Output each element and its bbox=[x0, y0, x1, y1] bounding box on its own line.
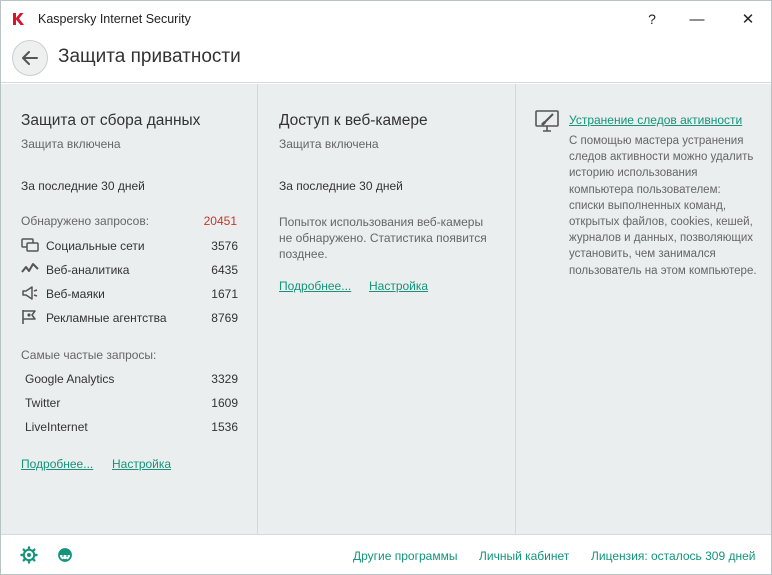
protection-status: Защита включена bbox=[21, 137, 121, 151]
webcam-message: Попыток использования веб-камеры не обна… bbox=[279, 215, 487, 261]
activity-cleanup-link[interactable]: Устранение следов активности bbox=[569, 113, 742, 127]
my-account-link[interactable]: Личный кабинет bbox=[479, 549, 569, 563]
request-count: 3329 bbox=[211, 372, 238, 386]
request-count: 1609 bbox=[211, 396, 238, 410]
web-analytics-icon bbox=[21, 263, 39, 273]
category-value: 3576 bbox=[211, 239, 238, 253]
support-agent-icon[interactable] bbox=[56, 546, 74, 564]
web-beacons-icon bbox=[22, 286, 38, 300]
period-label: За последние 30 дней bbox=[21, 179, 145, 193]
request-name: Twitter bbox=[25, 396, 61, 410]
request-name: Google Analytics bbox=[25, 372, 115, 386]
category-label: Веб-аналитика bbox=[46, 263, 130, 277]
category-value: 6435 bbox=[211, 263, 238, 277]
category-row: Рекламные агентства 8769 bbox=[21, 309, 238, 329]
kaspersky-logo-icon bbox=[13, 13, 24, 25]
category-value: 1671 bbox=[211, 287, 238, 301]
category-label: Рекламные агентства bbox=[46, 311, 167, 325]
settings-link[interactable]: Настройка bbox=[112, 457, 171, 471]
activity-cleanup-panel: Устранение следов активности С помощью м… bbox=[517, 84, 771, 534]
requests-found-value: 20451 bbox=[203, 214, 237, 228]
more-details-link[interactable]: Подробнее... bbox=[21, 457, 93, 471]
webcam-panel: Доступ к веб-камере Защита включена За п… bbox=[259, 84, 516, 534]
back-button[interactable] bbox=[12, 40, 48, 76]
request-count: 1536 bbox=[211, 420, 238, 434]
footer: Другие программы Личный кабинет Лицензия… bbox=[1, 534, 771, 574]
other-programs-link[interactable]: Другие программы bbox=[353, 549, 457, 563]
requests-found-label: Обнаружено запросов: bbox=[21, 214, 150, 228]
ad-agencies-icon bbox=[22, 310, 36, 324]
page-header: Защита приватности bbox=[1, 35, 771, 83]
close-button[interactable]: ✕ bbox=[730, 7, 766, 31]
category-row: Социальные сети 3576 bbox=[21, 237, 238, 257]
gear-icon[interactable] bbox=[20, 546, 38, 564]
panel-title: Защита от сбора данных bbox=[21, 112, 201, 129]
main-content: Защита от сбора данных Защита включена З… bbox=[1, 84, 771, 534]
request-name: LiveInternet bbox=[25, 420, 88, 434]
category-label: Социальные сети bbox=[46, 239, 145, 253]
data-collection-panel: Защита от сбора данных Защита включена З… bbox=[1, 84, 258, 534]
license-link[interactable]: Лицензия: осталось 309 дней bbox=[591, 549, 755, 563]
frequent-requests-label: Самые частые запросы: bbox=[21, 348, 157, 362]
minimize-button[interactable]: — bbox=[679, 7, 715, 31]
category-row: Веб-аналитика 6435 bbox=[21, 261, 238, 281]
activity-cleanup-description: С помощью мастера устранения следов акти… bbox=[569, 135, 757, 277]
panel-title: Доступ к веб-камере bbox=[279, 112, 428, 129]
frequent-request-row: Google Analytics 3329 bbox=[25, 372, 238, 390]
settings-link[interactable]: Настройка bbox=[369, 279, 428, 293]
app-window: Kaspersky Internet Security ? — ✕ Защита… bbox=[0, 0, 772, 575]
help-button[interactable]: ? bbox=[634, 7, 670, 31]
category-row: Веб-маяки 1671 bbox=[21, 285, 238, 305]
category-label: Веб-маяки bbox=[46, 287, 105, 301]
page-title: Защита приватности bbox=[58, 46, 241, 67]
frequent-request-row: Twitter 1609 bbox=[25, 396, 238, 414]
title-bar: Kaspersky Internet Security ? — ✕ bbox=[1, 1, 771, 35]
social-networks-icon bbox=[21, 238, 39, 252]
window-title: Kaspersky Internet Security bbox=[38, 12, 191, 26]
more-details-link[interactable]: Подробнее... bbox=[279, 279, 351, 293]
arrow-left-icon bbox=[22, 51, 38, 65]
category-value: 8769 bbox=[211, 311, 238, 325]
period-label: За последние 30 дней bbox=[279, 179, 403, 193]
monitor-brush-icon bbox=[535, 110, 559, 132]
protection-status: Защита включена bbox=[279, 137, 379, 151]
frequent-request-row: LiveInternet 1536 bbox=[25, 420, 238, 438]
